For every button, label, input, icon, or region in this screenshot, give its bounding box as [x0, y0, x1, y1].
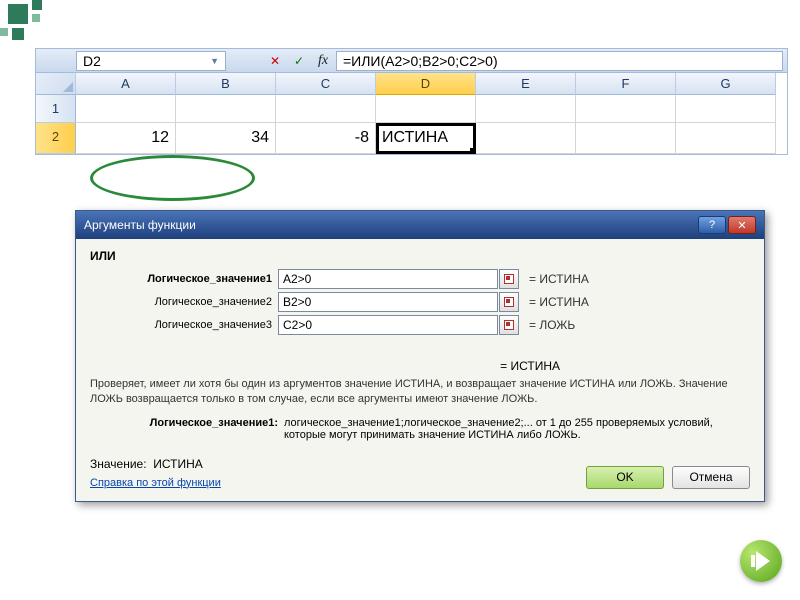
dialog-body: ИЛИ Логическое_значение1 = ИСТИНА Логиче…	[76, 239, 764, 449]
col-header-D[interactable]: D	[376, 73, 476, 95]
function-help-link[interactable]: Справка по этой функции	[90, 477, 221, 489]
cell-E1[interactable]	[476, 95, 576, 123]
arg-label-1: Логическое_значение1	[90, 273, 278, 285]
cell-D1[interactable]	[376, 95, 476, 123]
cell-F2[interactable]	[576, 123, 676, 154]
overall-result: = ИСТИНА	[90, 359, 750, 373]
cell-D2[interactable]: ИСТИНА	[376, 123, 476, 154]
arg-label-2: Логическое_значение2	[90, 296, 278, 308]
cell-B2[interactable]: 34	[176, 123, 276, 154]
cell-A1[interactable]	[76, 95, 176, 123]
cell-G2[interactable]	[676, 123, 776, 154]
arg-row-1: Логическое_значение1 = ИСТИНА	[90, 269, 750, 289]
close-button[interactable]: ✕	[728, 216, 756, 234]
arg-result-3: = ЛОЖЬ	[529, 318, 575, 332]
collapse-dialog-icon-1[interactable]	[499, 269, 519, 289]
help-button[interactable]: ?	[698, 216, 726, 234]
fx-icon[interactable]: fx	[314, 52, 332, 70]
name-box[interactable]: D2 ▼	[76, 51, 226, 71]
arg-input-1[interactable]	[278, 269, 498, 289]
cell-A2[interactable]: 12	[76, 123, 176, 154]
dialog-title: Аргументы функции	[84, 218, 196, 232]
spreadsheet: D2 ▼ ✕ ✓ fx =ИЛИ(A2>0;B2>0;C2>0) A B C D…	[35, 48, 788, 155]
next-slide-arrow-icon[interactable]	[740, 540, 782, 582]
function-name: ИЛИ	[90, 249, 750, 263]
col-header-F[interactable]: F	[576, 73, 676, 95]
cell-G1[interactable]	[676, 95, 776, 123]
collapse-dialog-icon-3[interactable]	[499, 315, 519, 335]
value-line: Значение: ИСТИНА	[90, 457, 221, 471]
arg-label-3: Логическое_значение3	[90, 319, 278, 331]
cell-B1[interactable]	[176, 95, 276, 123]
name-box-dropdown-icon[interactable]: ▼	[210, 56, 219, 66]
col-header-C[interactable]: C	[276, 73, 376, 95]
cancel-formula-icon[interactable]: ✕	[266, 52, 284, 70]
cancel-button[interactable]: Отмена	[672, 466, 750, 489]
row-header-1[interactable]: 1	[36, 95, 76, 123]
arg-desc-text: логическое_значение1;логическое_значение…	[284, 417, 750, 441]
collapse-dialog-icon-2[interactable]	[499, 292, 519, 312]
arg-result-2: = ИСТИНА	[529, 295, 589, 309]
argument-description: Логическое_значение1: логическое_значени…	[90, 417, 750, 441]
function-description: Проверяет, имеет ли хотя бы один из аргу…	[90, 377, 750, 407]
ok-button[interactable]: OK	[586, 466, 664, 489]
grid: A B C D E F G 1 2 12 34 -8 ИСТИНА	[36, 73, 787, 154]
col-header-B[interactable]: B	[176, 73, 276, 95]
arg-input-2[interactable]	[278, 292, 498, 312]
cell-F1[interactable]	[576, 95, 676, 123]
formula-input[interactable]: =ИЛИ(A2>0;B2>0;C2>0)	[336, 51, 783, 71]
name-box-value: D2	[83, 53, 101, 69]
arg-input-3[interactable]	[278, 315, 498, 335]
arg-result-1: = ИСТИНА	[529, 272, 589, 286]
col-header-E[interactable]: E	[476, 73, 576, 95]
row-header-2[interactable]: 2	[36, 123, 76, 154]
arg-row-2: Логическое_значение2 = ИСТИНА	[90, 292, 750, 312]
col-header-A[interactable]: A	[76, 73, 176, 95]
col-header-G[interactable]: G	[676, 73, 776, 95]
accept-formula-icon[interactable]: ✓	[290, 52, 308, 70]
cell-C2[interactable]: -8	[276, 123, 376, 154]
arg-row-3: Логическое_значение3 = ЛОЖЬ	[90, 315, 750, 335]
select-all-corner[interactable]	[36, 73, 76, 95]
formula-controls: ✕ ✓ fx	[266, 52, 332, 70]
arg-desc-label: Логическое_значение1:	[90, 417, 284, 441]
cell-E2[interactable]	[476, 123, 576, 154]
function-arguments-dialog: Аргументы функции ? ✕ ИЛИ Логическое_зна…	[75, 210, 765, 502]
dialog-footer: Значение: ИСТИНА Справка по этой функции…	[76, 449, 764, 501]
annotation-oval	[90, 155, 255, 201]
dialog-titlebar[interactable]: Аргументы функции ? ✕	[76, 211, 764, 239]
cell-C1[interactable]	[276, 95, 376, 123]
formula-bar-row: D2 ▼ ✕ ✓ fx =ИЛИ(A2>0;B2>0;C2>0)	[36, 49, 787, 73]
